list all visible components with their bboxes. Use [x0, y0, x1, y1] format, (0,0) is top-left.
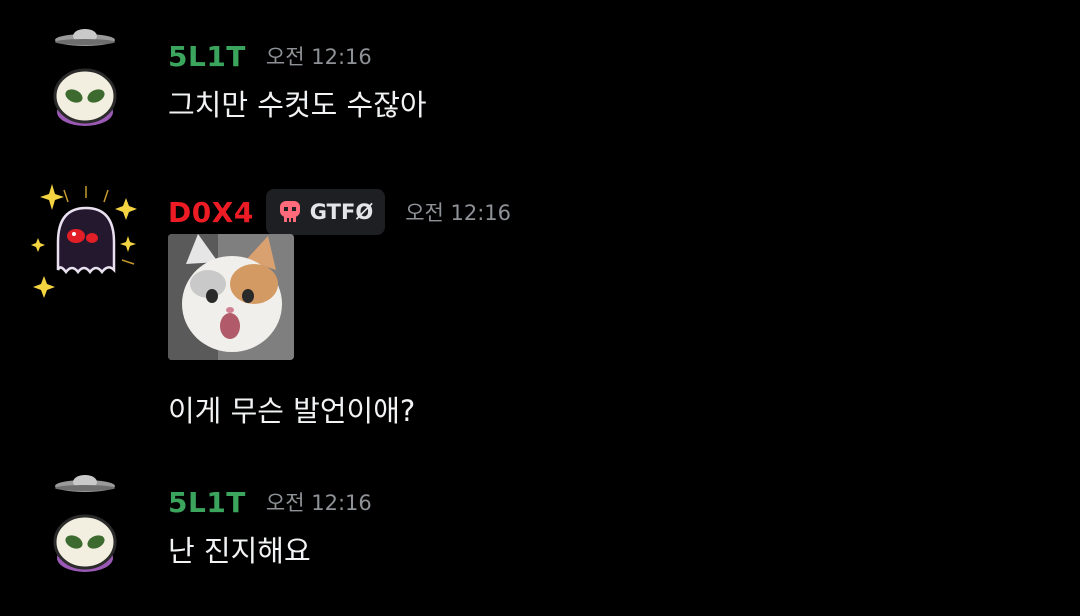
badge-label: GTFØ [309, 200, 374, 224]
message-text: 그치만 수컷도 수잖아 [168, 88, 427, 122]
surprised-cat-image[interactable] [168, 234, 294, 360]
timestamp: 오전 12:16 [405, 201, 512, 225]
timestamp: 오전 12:16 [265, 45, 372, 69]
ghost-sparkles-avatar-icon[interactable] [24, 180, 148, 304]
message-header: 5L1T 오전 12:16 [168, 486, 372, 519]
skull-icon [279, 201, 300, 222]
message-text: 이게 무슨 발언이애? [168, 394, 416, 428]
timestamp: 오전 12:16 [265, 491, 372, 515]
message-header: D0X4 GTFØ 오전 12:16 [168, 189, 512, 235]
message-text: 난 진지해요 [168, 534, 311, 568]
alien-ufo-avatar-icon[interactable] [50, 22, 120, 134]
username[interactable]: D0X4 [168, 196, 254, 229]
username[interactable]: 5L1T [168, 486, 246, 519]
username[interactable]: 5L1T [168, 40, 246, 73]
role-badge[interactable]: GTFØ [265, 189, 386, 235]
alien-ufo-avatar-icon[interactable] [50, 468, 120, 580]
message-header: 5L1T 오전 12:16 [168, 40, 372, 73]
